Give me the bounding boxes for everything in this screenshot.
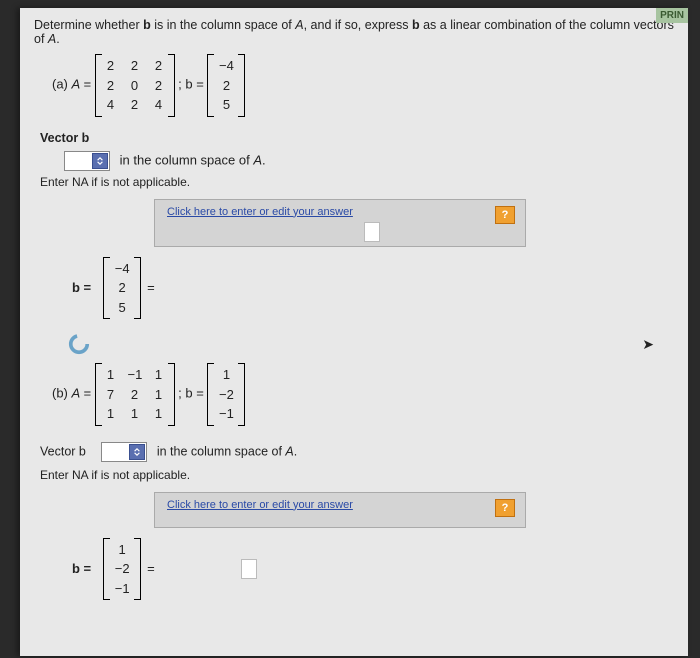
- page: PRIN Determine whether b is in the colum…: [20, 8, 688, 656]
- loading-icon: [68, 333, 90, 355]
- colspace-select-a[interactable]: [64, 151, 110, 171]
- vector-b-label-a: Vector b: [40, 131, 674, 145]
- problem-a: (a) A = 222 202 424 ; b = −4 2 5: [52, 54, 674, 117]
- vector-b-label-b: Vector b in the column space of A.: [40, 442, 674, 462]
- hint-b: Enter NA if is not applicable.: [40, 468, 674, 482]
- cursor-icon: ➤: [642, 336, 654, 353]
- mini-slot: [364, 222, 380, 242]
- colspace-select-b[interactable]: [101, 442, 147, 462]
- matrix-b: 1−11 721 111: [95, 363, 175, 426]
- edit-link-a[interactable]: Click here to enter or edit your answer: [155, 206, 525, 218]
- help-icon[interactable]: ?: [495, 499, 515, 517]
- matrix-a: 222 202 424: [95, 54, 175, 117]
- colspace-text: in the column space of A.: [120, 152, 266, 167]
- vector-b: 1 −2 −1: [207, 363, 245, 426]
- answer-box-a[interactable]: Click here to enter or edit your answer …: [154, 199, 526, 247]
- b-equation-b: b = 1 −2 −1 =: [72, 538, 674, 601]
- mini-slot: [241, 559, 257, 579]
- hint-a: Enter NA if is not applicable.: [40, 175, 674, 189]
- instruction: Determine whether b is in the column spa…: [34, 18, 674, 46]
- b-equation-a: b = −4 2 5 =: [72, 257, 674, 320]
- problem-b: (b) A = 1−11 721 111 ; b = 1 −2 −1: [52, 363, 674, 426]
- help-icon[interactable]: ?: [495, 206, 515, 224]
- vector-a: −4 2 5: [207, 54, 245, 117]
- answer-box-b[interactable]: Click here to enter or edit your answer …: [154, 492, 526, 528]
- print-button[interactable]: PRIN: [656, 8, 688, 23]
- chevron-updown-icon: [92, 153, 108, 169]
- edit-link-b[interactable]: Click here to enter or edit your answer: [155, 499, 525, 511]
- chevron-updown-icon: [129, 444, 145, 460]
